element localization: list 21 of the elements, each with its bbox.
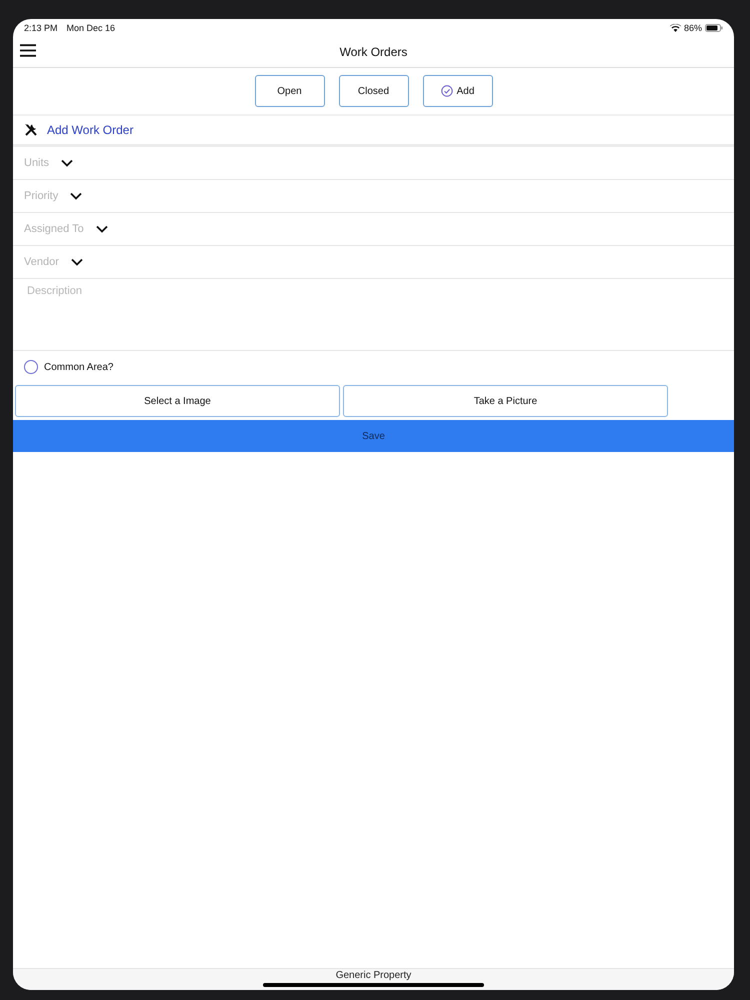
page-title: Work Orders xyxy=(340,45,408,59)
footer-text: Generic Property xyxy=(336,970,412,982)
chevron-down-icon xyxy=(61,159,74,167)
radio-button[interactable] xyxy=(24,360,38,374)
image-button[interactable]: Select a Image xyxy=(15,385,340,417)
chevron-down-icon xyxy=(96,225,108,233)
chevron-down-icon xyxy=(70,258,83,266)
segment-button[interactable]: Closed xyxy=(338,75,408,107)
section-title: Add Work Order xyxy=(47,123,134,137)
segment-button[interactable]: Add xyxy=(422,75,492,107)
wifi-icon xyxy=(670,24,681,32)
segment-button[interactable]: Open xyxy=(254,75,324,107)
menu-icon[interactable] xyxy=(20,44,36,57)
radio-label: Common Area? xyxy=(44,362,114,372)
battery-icon xyxy=(705,24,723,32)
image-button[interactable]: Take a Picture xyxy=(343,385,668,417)
status-time: 2:13 PM xyxy=(24,23,58,33)
check-circle-icon xyxy=(440,85,453,97)
chevron-down-icon xyxy=(70,192,82,200)
status-date: Mon Dec 16 xyxy=(66,23,116,33)
battery-percent: 86% xyxy=(684,23,702,33)
